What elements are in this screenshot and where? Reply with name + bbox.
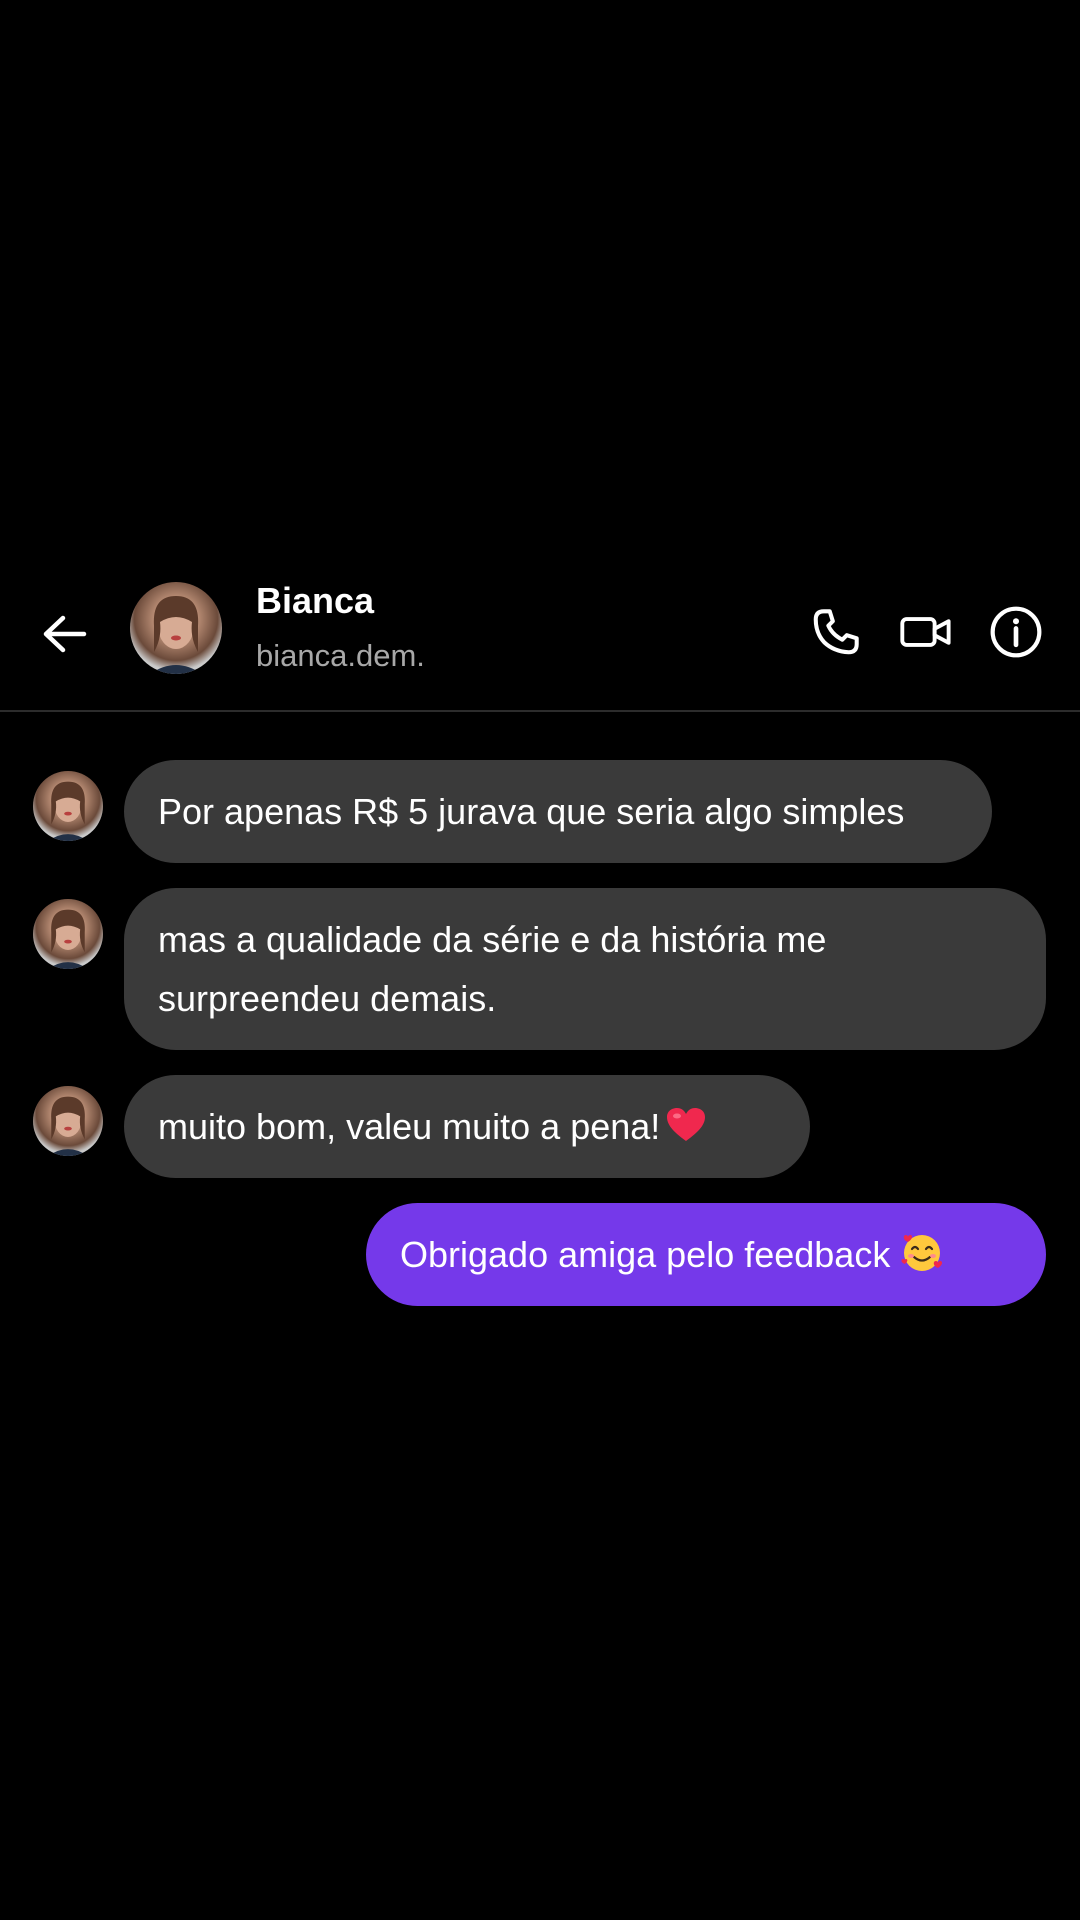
dm-screen: Bianca bianca.dem. Por apenas R$ 5 jurav… xyxy=(0,0,1080,1920)
avatar-image xyxy=(48,781,88,841)
arrow-left-icon xyxy=(43,615,87,653)
message-bubble-incoming[interactable]: mas a qualidade da série e da história m… xyxy=(124,888,1046,1050)
video-camera-icon xyxy=(900,617,951,647)
chat-header: Bianca bianca.dem. xyxy=(0,560,1080,712)
message-bubble-incoming[interactable]: Por apenas R$ 5 jurava que seria algo si… xyxy=(124,760,992,863)
sender-avatar[interactable] xyxy=(33,771,103,841)
call-button[interactable] xyxy=(806,602,866,662)
contact-avatar[interactable] xyxy=(130,582,222,674)
contact-name[interactable]: Bianca xyxy=(256,580,374,622)
avatar-image xyxy=(48,1096,88,1156)
message-text: mas a qualidade da série e da história m… xyxy=(158,919,827,1019)
contact-username[interactable]: bianca.dem. xyxy=(256,638,425,674)
sender-avatar[interactable] xyxy=(33,1086,103,1156)
red-heart-icon xyxy=(667,1108,706,1141)
info-button[interactable] xyxy=(986,602,1046,662)
message-bubble-outgoing[interactable]: Obrigado amiga pelo feedback xyxy=(366,1203,1046,1306)
message-bubble-incoming[interactable]: muito bom, valeu muito a pena! xyxy=(124,1075,810,1178)
phone-icon xyxy=(813,609,859,655)
message-text: muito bom, valeu muito a pena! xyxy=(158,1106,661,1147)
message-text: Por apenas R$ 5 jurava que seria algo si… xyxy=(158,791,905,832)
message-text: Obrigado amiga pelo feedback xyxy=(400,1234,891,1275)
video-call-button[interactable] xyxy=(896,602,956,662)
smiling-face-with-hearts-icon xyxy=(901,1235,943,1271)
info-icon xyxy=(990,606,1042,658)
sender-avatar[interactable] xyxy=(33,899,103,969)
avatar-image xyxy=(150,596,202,674)
back-button[interactable] xyxy=(36,606,92,662)
avatar-image xyxy=(48,909,88,969)
